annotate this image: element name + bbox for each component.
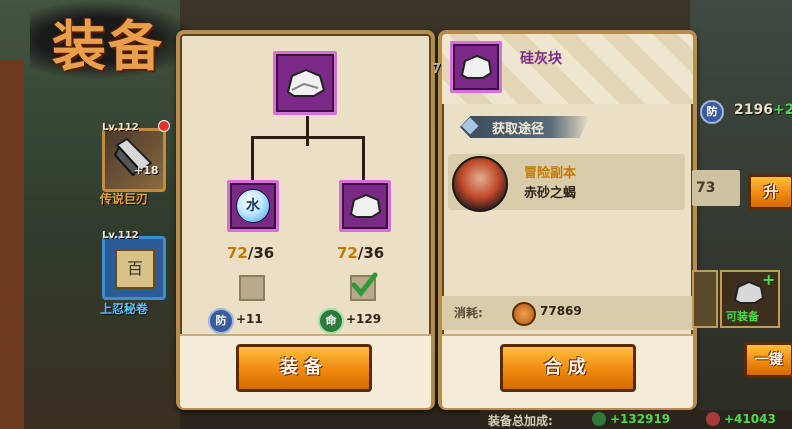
scroll-icon: 百 — [115, 249, 155, 289]
source-subtitle: 赤砂之蝎 — [524, 186, 577, 201]
hp-icon: 命 — [318, 308, 344, 334]
defense-total: 2196+2 — [734, 102, 792, 118]
item-name: 上忍秘卷 — [100, 302, 149, 316]
ingredient-slot-water[interactable]: 水 — [227, 180, 279, 232]
equip-card-label: 可装备 — [726, 310, 759, 323]
page-title: 装备 — [52, 14, 164, 78]
ingredient-count: 72/36 — [227, 244, 275, 262]
hp-icon — [592, 412, 606, 426]
left-item-blade[interactable]: Lv.112 +18 传说巨刃 — [100, 118, 180, 208]
ingredient-count: 72/36 — [337, 244, 385, 262]
partial-number: 73 — [696, 180, 716, 196]
synthesize-button[interactable]: 合成 — [500, 344, 636, 392]
red-dot-icon — [158, 120, 170, 132]
tree-line — [306, 116, 309, 146]
cost-row: 消耗: 77869 — [442, 296, 693, 330]
plus-icon: + — [762, 270, 776, 289]
scroll-slot[interactable]: 百 — [102, 236, 166, 300]
source-title: 冒险副本 — [524, 166, 577, 181]
equip-button[interactable]: 装备 — [236, 344, 372, 392]
one-key-button[interactable]: 一键 — [744, 342, 792, 378]
defense-bonus: +11 — [236, 312, 263, 326]
item-name: 传说巨刃 — [100, 192, 149, 206]
rock-icon — [733, 280, 765, 304]
ingredient-checkbox-checked[interactable] — [350, 272, 378, 301]
item-slot[interactable] — [450, 41, 502, 93]
water-orb-icon: 水 — [236, 189, 270, 223]
defense-icon: 防 — [208, 308, 234, 334]
coin-icon — [512, 302, 536, 326]
rock-icon — [460, 54, 493, 79]
recipe-panel: 水 72/36 72/36 防 +11 命 +129 装备 — [176, 30, 435, 410]
left-item-scroll[interactable]: 百 Lv.112 上忍秘卷 — [100, 228, 180, 320]
check-icon — [351, 272, 378, 297]
bottom-stat2: +41043 — [724, 412, 776, 426]
rock-icon — [349, 193, 382, 218]
hp-bonus: +129 — [346, 312, 382, 326]
item-level: Lv.112 — [102, 122, 139, 133]
cost-label: 消耗: — [454, 306, 483, 320]
attack-icon — [706, 412, 720, 426]
blade-slot[interactable] — [102, 128, 166, 192]
crafted-item-slot[interactable] — [273, 51, 337, 115]
character-avatar — [452, 156, 508, 212]
background-pillar — [0, 60, 24, 429]
source-header: 获取途径 — [492, 122, 545, 137]
item-name: 硅灰块 — [520, 51, 562, 67]
bottom-bar: 装备总加成: +132919 +41043 — [480, 410, 792, 429]
cost-value: 77869 — [540, 304, 582, 318]
equip-card-partial[interactable] — [692, 270, 718, 328]
ingredient-slot-rock[interactable] — [339, 180, 391, 232]
tree-line — [251, 136, 364, 139]
item-plus: +18 — [134, 164, 159, 177]
topbar-partial: 7 — [432, 62, 442, 77]
rock-icon — [286, 68, 326, 97]
upgrade-button[interactable]: 升 — [748, 174, 792, 210]
tree-line — [362, 136, 365, 180]
equip-card[interactable]: + 可装备 — [720, 270, 780, 328]
source-panel: 硅灰块 获取途径 冒险副本 赤砂之蝎 消耗: 77869 合成 — [438, 30, 697, 410]
bottom-stat1: +132919 — [610, 412, 671, 426]
partial-field: 73 — [692, 170, 740, 206]
bottom-label: 装备总加成: — [488, 414, 553, 428]
item-level: Lv.112 — [102, 230, 139, 241]
source-entry[interactable]: 冒险副本 赤砂之蝎 — [448, 154, 685, 212]
defense-icon: 防 — [700, 100, 724, 124]
ingredient-checkbox[interactable] — [239, 275, 265, 301]
tree-line — [251, 136, 254, 180]
